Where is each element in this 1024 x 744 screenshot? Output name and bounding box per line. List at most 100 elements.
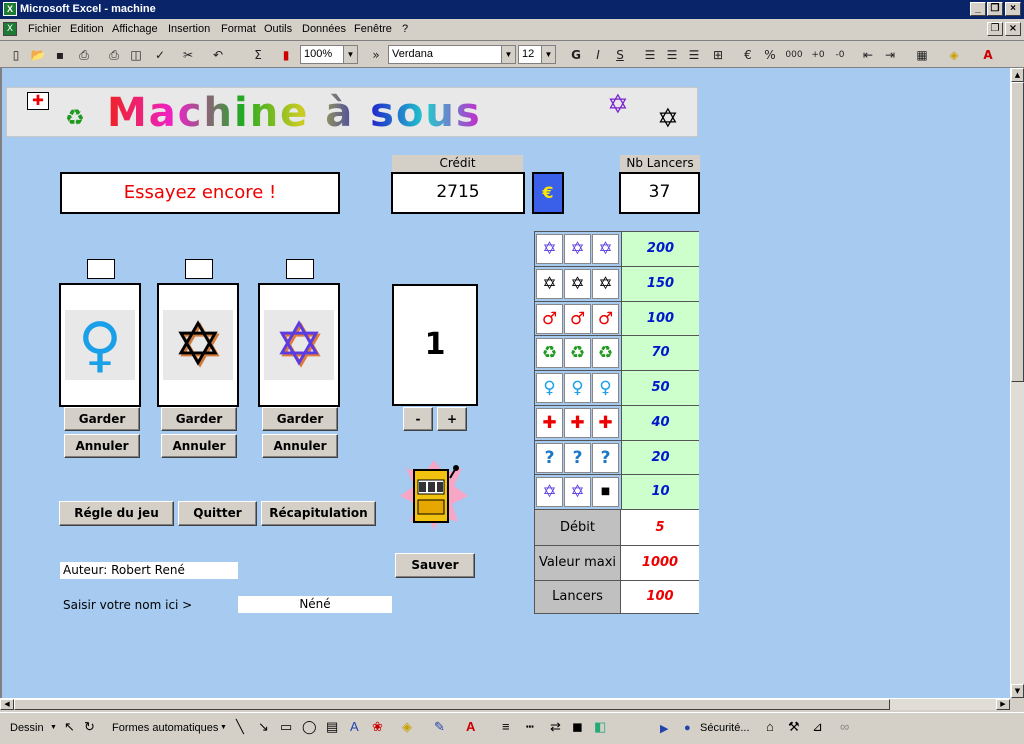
rotate-icon[interactable]: ↻ bbox=[84, 719, 95, 735]
dash-style-icon[interactable]: ┅ bbox=[526, 719, 534, 735]
toolbox-icon[interactable]: ⌂ bbox=[766, 719, 774, 734]
cut-icon[interactable]: ✂ bbox=[178, 45, 198, 65]
decrease-decimal-icon[interactable]: -0 bbox=[830, 45, 850, 65]
workbook-restore-button[interactable]: ❐ bbox=[987, 22, 1003, 36]
keep-button-3[interactable]: Garder bbox=[262, 407, 338, 431]
more-tools-icon[interactable]: » bbox=[366, 45, 386, 65]
rectangle-icon[interactable]: ▭ bbox=[280, 719, 292, 735]
percent-icon[interactable]: % bbox=[760, 45, 780, 65]
female-sign-icon: ♀ bbox=[564, 373, 591, 403]
keep-button-1[interactable]: Garder bbox=[64, 407, 140, 431]
spellcheck-icon[interactable]: ✓ bbox=[150, 45, 170, 65]
workbook-icon[interactable]: X bbox=[3, 22, 17, 36]
security-button[interactable]: Sécurité... bbox=[700, 722, 750, 734]
borders-icon[interactable]: ▦ bbox=[912, 45, 932, 65]
slot-machine-icon[interactable] bbox=[400, 460, 468, 530]
line-icon[interactable]: ╲ bbox=[236, 719, 244, 735]
euro-icon[interactable]: € bbox=[532, 172, 564, 214]
menu-fichier[interactable]: Fichier bbox=[28, 23, 61, 35]
restore-button[interactable]: ❐ bbox=[987, 2, 1003, 16]
indent-icon[interactable]: ⇥ bbox=[880, 45, 900, 65]
autosum-icon[interactable]: Σ bbox=[248, 45, 268, 65]
textbox-icon[interactable]: ▤ bbox=[326, 719, 338, 735]
menu-format[interactable]: Format bbox=[221, 23, 256, 35]
merge-icon[interactable]: ⊞ bbox=[708, 45, 728, 65]
print-icon[interactable]: ⎙ bbox=[104, 45, 124, 65]
keep-button-2[interactable]: Garder bbox=[161, 407, 237, 431]
cancel-button-2[interactable]: Annuler bbox=[161, 434, 237, 458]
player-name-field[interactable]: Néné bbox=[238, 596, 392, 613]
vertical-scrollbar[interactable]: ▲ ▼ bbox=[1010, 68, 1024, 698]
line-style-icon[interactable]: ≡ bbox=[502, 719, 510, 734]
fill-color-icon[interactable]: ◈ bbox=[402, 719, 412, 735]
font-combo[interactable]: Verdana ▼ bbox=[388, 45, 516, 64]
3d-icon[interactable]: ◧ bbox=[594, 719, 606, 735]
new-icon[interactable]: ▯ bbox=[6, 45, 26, 65]
bold-icon[interactable]: G bbox=[566, 45, 586, 65]
star-of-david-icon: ✡ bbox=[536, 268, 563, 299]
align-right-icon[interactable]: ☰ bbox=[684, 45, 704, 65]
undo-icon[interactable]: ↶ bbox=[208, 45, 228, 65]
cancel-button-1[interactable]: Annuler bbox=[64, 434, 140, 458]
wordart-icon[interactable]: A bbox=[350, 719, 359, 734]
menu-insertion[interactable]: Insertion bbox=[168, 23, 210, 35]
quit-button[interactable]: Quitter bbox=[178, 501, 257, 526]
menu-affichage[interactable]: Affichage bbox=[112, 23, 158, 35]
red-cross-icon: ✚ bbox=[536, 407, 563, 438]
scroll-thumb[interactable] bbox=[14, 699, 890, 710]
close-button[interactable]: × bbox=[1005, 2, 1021, 16]
underline-icon[interactable]: S bbox=[610, 45, 630, 65]
scroll-up-icon[interactable]: ▲ bbox=[1011, 68, 1024, 82]
horizontal-scrollbar[interactable]: ◀ ▶ bbox=[0, 698, 1010, 710]
open-icon[interactable]: 📂 bbox=[28, 45, 48, 65]
scroll-down-icon[interactable]: ▼ bbox=[1011, 684, 1024, 698]
scroll-thumb[interactable] bbox=[1011, 82, 1024, 382]
cancel-button-3[interactable]: Annuler bbox=[262, 434, 338, 458]
preview-icon[interactable]: ◫ bbox=[126, 45, 146, 65]
align-left-icon[interactable]: ☰ bbox=[640, 45, 660, 65]
outdent-icon[interactable]: ⇤ bbox=[858, 45, 878, 65]
save-icon[interactable]: ▪ bbox=[50, 45, 70, 65]
line-color-icon[interactable]: ✎ bbox=[434, 719, 445, 735]
align-center-icon[interactable]: ☰ bbox=[662, 45, 682, 65]
zoom-combo[interactable]: 100% ▼ bbox=[300, 45, 358, 64]
minimize-button[interactable]: _ bbox=[970, 2, 986, 16]
scroll-left-icon[interactable]: ◀ bbox=[0, 699, 14, 710]
stat-value: 5 bbox=[621, 510, 699, 546]
font-size-combo[interactable]: 12 ▼ bbox=[518, 45, 556, 64]
shadow-icon[interactable]: ◼ bbox=[572, 719, 583, 735]
menu-outils[interactable]: Outils bbox=[264, 23, 292, 35]
clipart-icon[interactable]: ❀ bbox=[372, 719, 383, 735]
select-arrow-icon[interactable]: ↖ bbox=[64, 719, 75, 735]
link-icon[interactable]: ∞ bbox=[840, 719, 849, 734]
menu-fenetre[interactable]: Fenêtre bbox=[354, 23, 392, 35]
increase-decimal-icon[interactable]: +0 bbox=[808, 45, 828, 65]
oval-icon[interactable]: ◯ bbox=[302, 719, 317, 735]
print-preview-icon[interactable]: ⎙ bbox=[74, 45, 94, 65]
arrow-style-icon[interactable]: ⇄ bbox=[550, 719, 561, 735]
italic-icon[interactable]: I bbox=[588, 45, 608, 65]
fill-color-icon[interactable]: ◈ bbox=[944, 45, 964, 65]
menu-help[interactable]: ? bbox=[402, 23, 408, 35]
currency-icon[interactable]: € bbox=[738, 45, 758, 65]
font-color-icon[interactable]: A bbox=[466, 719, 475, 734]
menu-edition[interactable]: Edition bbox=[70, 23, 104, 35]
recap-button[interactable]: Récapitulation bbox=[261, 501, 376, 526]
autoshapes-button[interactable]: Formes automatiques bbox=[112, 722, 218, 734]
tools-icon[interactable]: ⚒ bbox=[788, 719, 800, 735]
draw-menu-button[interactable]: Dessin bbox=[10, 722, 44, 734]
bet-plus-button[interactable]: + bbox=[437, 407, 467, 431]
arrow-icon[interactable]: ↘ bbox=[258, 719, 269, 735]
thousands-icon[interactable]: 000 bbox=[784, 45, 804, 65]
workbook-close-button[interactable]: × bbox=[1005, 22, 1021, 36]
save-button[interactable]: Sauver bbox=[395, 553, 475, 578]
record-icon[interactable]: ● bbox=[684, 722, 691, 734]
chart-icon[interactable]: ▮ bbox=[276, 45, 296, 65]
rules-button[interactable]: Régle du jeu bbox=[59, 501, 174, 526]
bet-minus-button[interactable]: - bbox=[403, 407, 433, 431]
menu-donnees[interactable]: Données bbox=[302, 23, 346, 35]
chart-wizard-icon[interactable]: ⊿ bbox=[812, 719, 823, 735]
play-icon[interactable]: ▶ bbox=[660, 722, 668, 735]
scroll-right-icon[interactable]: ▶ bbox=[996, 699, 1010, 710]
font-color-icon[interactable]: A bbox=[978, 45, 998, 65]
